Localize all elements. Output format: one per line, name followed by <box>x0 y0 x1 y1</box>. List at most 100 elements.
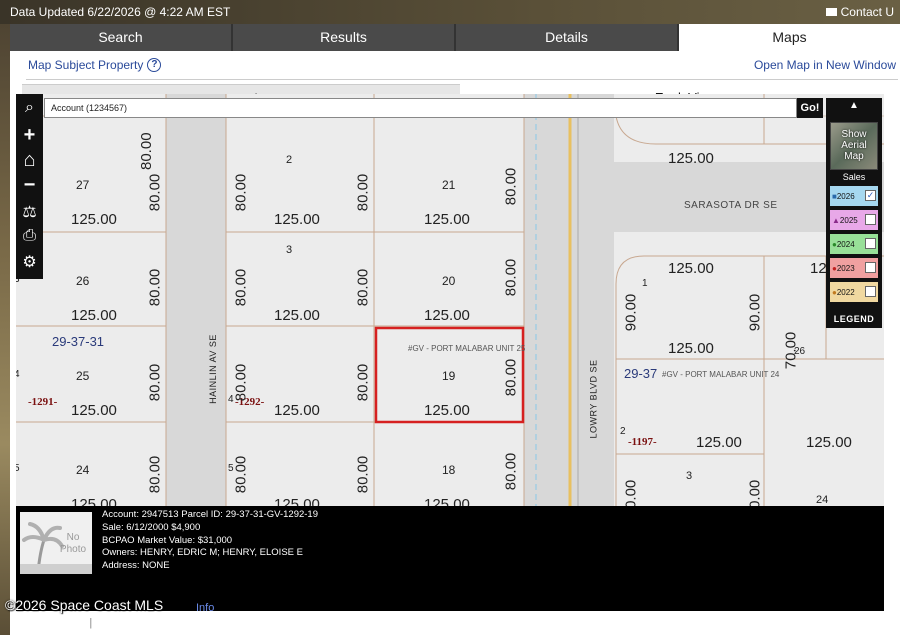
tab-maps[interactable]: Maps <box>679 24 900 51</box>
dimension-label: 80.00 <box>146 455 164 494</box>
dimension-label: 80.00 <box>232 455 250 494</box>
market-value-line: BCPAO Market Value: $31,000 <box>102 534 233 546</box>
zoom-in-icon[interactable]: + <box>16 124 43 147</box>
search-icon[interactable]: ⌕ <box>16 99 43 117</box>
dimension-label: 80.00 <box>146 173 164 212</box>
dimension-label: 80.00 <box>354 455 372 494</box>
dimension-label: 125.00 <box>668 260 714 277</box>
legend-item-2026[interactable]: ■ 2026 ✓ <box>830 186 878 206</box>
dimension-label: 125.00 <box>274 402 320 419</box>
account-line: Account: 2947513 Parcel ID: 29-37-31-GV-… <box>102 509 318 520</box>
dimension-label: 80.00 <box>502 258 520 297</box>
settings-icon[interactable]: ⚙ <box>16 252 43 272</box>
edge-label: 2 <box>620 426 626 437</box>
section-label: 29-37 <box>624 366 658 381</box>
legend-item-2022[interactable]: ● 2022 <box>830 282 878 302</box>
legend-item-2023[interactable]: ● 2023 <box>830 258 878 278</box>
dimension-label: 80.00 <box>746 479 764 506</box>
section-label: 29-37-31 <box>52 334 105 349</box>
dimension-label: 125.00 <box>71 496 117 506</box>
dimension-label: 80.00 <box>502 358 520 397</box>
dimension-label: 125.00 <box>71 307 117 324</box>
triangle-marker-icon: ▲ <box>832 215 840 225</box>
dimension-label: 80.00 <box>138 132 155 170</box>
tab-search[interactable]: Search <box>10 24 233 51</box>
parcel-label: 3 <box>286 244 293 256</box>
print-icon[interactable]: ⎙ <box>16 227 43 245</box>
show-aerial-map-button[interactable]: Show Aerial Map <box>830 122 878 170</box>
sales-label: Sales <box>842 172 866 182</box>
edge-label: 4 <box>16 369 20 380</box>
dimension-label: 80.00 <box>232 363 250 402</box>
no-photo-placeholder: No Photo <box>20 512 92 574</box>
edge-label: 12 <box>810 260 827 277</box>
street-label-lowry: LOWRY BLVD SE <box>588 359 599 439</box>
zoom-out-icon[interactable]: − <box>16 174 43 197</box>
collapse-arrow-icon[interactable]: ▲ <box>826 100 882 111</box>
tab-details[interactable]: Details <box>456 24 679 51</box>
dimension-label: 80.00 <box>232 173 250 212</box>
parcel-details: Account: 2947513 Parcel ID: 29-37-31-GV-… <box>102 509 318 573</box>
contact-label: Contact U <box>840 5 894 19</box>
parcel-label: 20 <box>442 274 456 288</box>
disclaimer-link[interactable]: Disclaimer <box>103 617 154 629</box>
map-canvas[interactable]: 27 26 25 24 125.00 125.00 125.00 125.00 … <box>16 94 884 506</box>
account-search-input[interactable]: Account (1234567) <box>44 98 797 118</box>
dimension-label: 80.00 <box>146 268 164 307</box>
no-photo-text: No Photo <box>59 532 87 555</box>
dimension-label: 125.00 <box>806 434 852 451</box>
dimension-label: 80.00 <box>622 479 640 506</box>
separator: | <box>89 617 93 629</box>
dimension-label: 125.00 <box>424 496 470 506</box>
parcel-label: 26 <box>794 346 806 357</box>
dimension-label: 125.00 <box>274 307 320 324</box>
measure-icon[interactable]: ⚖ <box>16 202 43 222</box>
parcel-label: 1 <box>642 278 648 289</box>
parcel-label: 26 <box>76 274 90 288</box>
legend-item-2025[interactable]: ▲ 2025 <box>830 210 878 230</box>
street-label-hainlin: HAINLIN AV SE <box>207 334 218 404</box>
subdivision-label: #GV - PORT MALABAR UNIT 24 <box>662 370 780 379</box>
parcel-label: 2 <box>286 154 293 166</box>
checkbox[interactable]: ✓ <box>865 190 876 201</box>
parcel-label: 27 <box>76 178 90 192</box>
checkbox[interactable] <box>865 238 876 249</box>
map-subject-property-link[interactable]: Map Subject Property <box>28 58 143 72</box>
tab-results[interactable]: Results <box>233 24 456 51</box>
instructions-link[interactable]: Instructions <box>22 617 78 629</box>
legend-item-2024[interactable]: ● 2024 <box>830 234 878 254</box>
parcel-info-panel: No Photo Account: 2947513 Parcel ID: 29-… <box>16 506 884 614</box>
go-button[interactable]: Go! <box>797 98 823 118</box>
edge-label: 5 <box>16 463 20 474</box>
open-map-new-window-link[interactable]: Open Map in New Window <box>754 58 896 72</box>
street-label-sarasota: SARASOTA DR SE <box>684 200 778 211</box>
more-info-link[interactable]: Info <box>196 602 214 614</box>
checkbox[interactable] <box>865 286 876 297</box>
checkbox[interactable] <box>865 262 876 273</box>
dimension-label: 90.00 <box>746 293 764 332</box>
dimension-label: 80.00 <box>146 363 164 402</box>
block-label: -1291- <box>28 396 58 408</box>
dimension-label: 125.00 <box>71 402 117 419</box>
dimension-label: 80.00 <box>354 363 372 402</box>
parcel-label: 3 <box>686 470 693 482</box>
dimension-label: 125.00 <box>424 307 470 324</box>
dimension-label: 125.00 <box>274 211 320 228</box>
legend-label[interactable]: LEGEND <box>826 314 882 324</box>
top-bar: Data Updated 6/22/2026 @ 4:22 AM EST Con… <box>0 0 900 24</box>
subdivision-label: #GV - PORT MALABAR UNIT 25 <box>408 344 526 353</box>
dimension-label: 125.00 <box>71 211 117 228</box>
help-icon[interactable]: ? <box>147 58 162 72</box>
owners-line: Owners: HENRY, EDRIC M; HENRY, ELOISE E <box>102 547 303 559</box>
contact-link[interactable]: Contact U <box>825 5 894 19</box>
divider <box>26 79 898 80</box>
dimension-label: 90.00 <box>622 293 640 332</box>
tab-bar: Search Results Details Maps <box>10 24 900 51</box>
parcel-label: 21 <box>442 178 456 192</box>
dimension-label: 80.00 <box>354 268 372 307</box>
home-icon[interactable]: ⌂ <box>16 149 43 172</box>
sales-legend-panel: ▲ Show Aerial Map Sales ■ 2026 ✓ ▲ 2025 … <box>826 98 882 328</box>
parcel-label: 24 <box>816 494 829 506</box>
dimension-label: 80.00 <box>232 268 250 307</box>
checkbox[interactable] <box>865 214 876 225</box>
